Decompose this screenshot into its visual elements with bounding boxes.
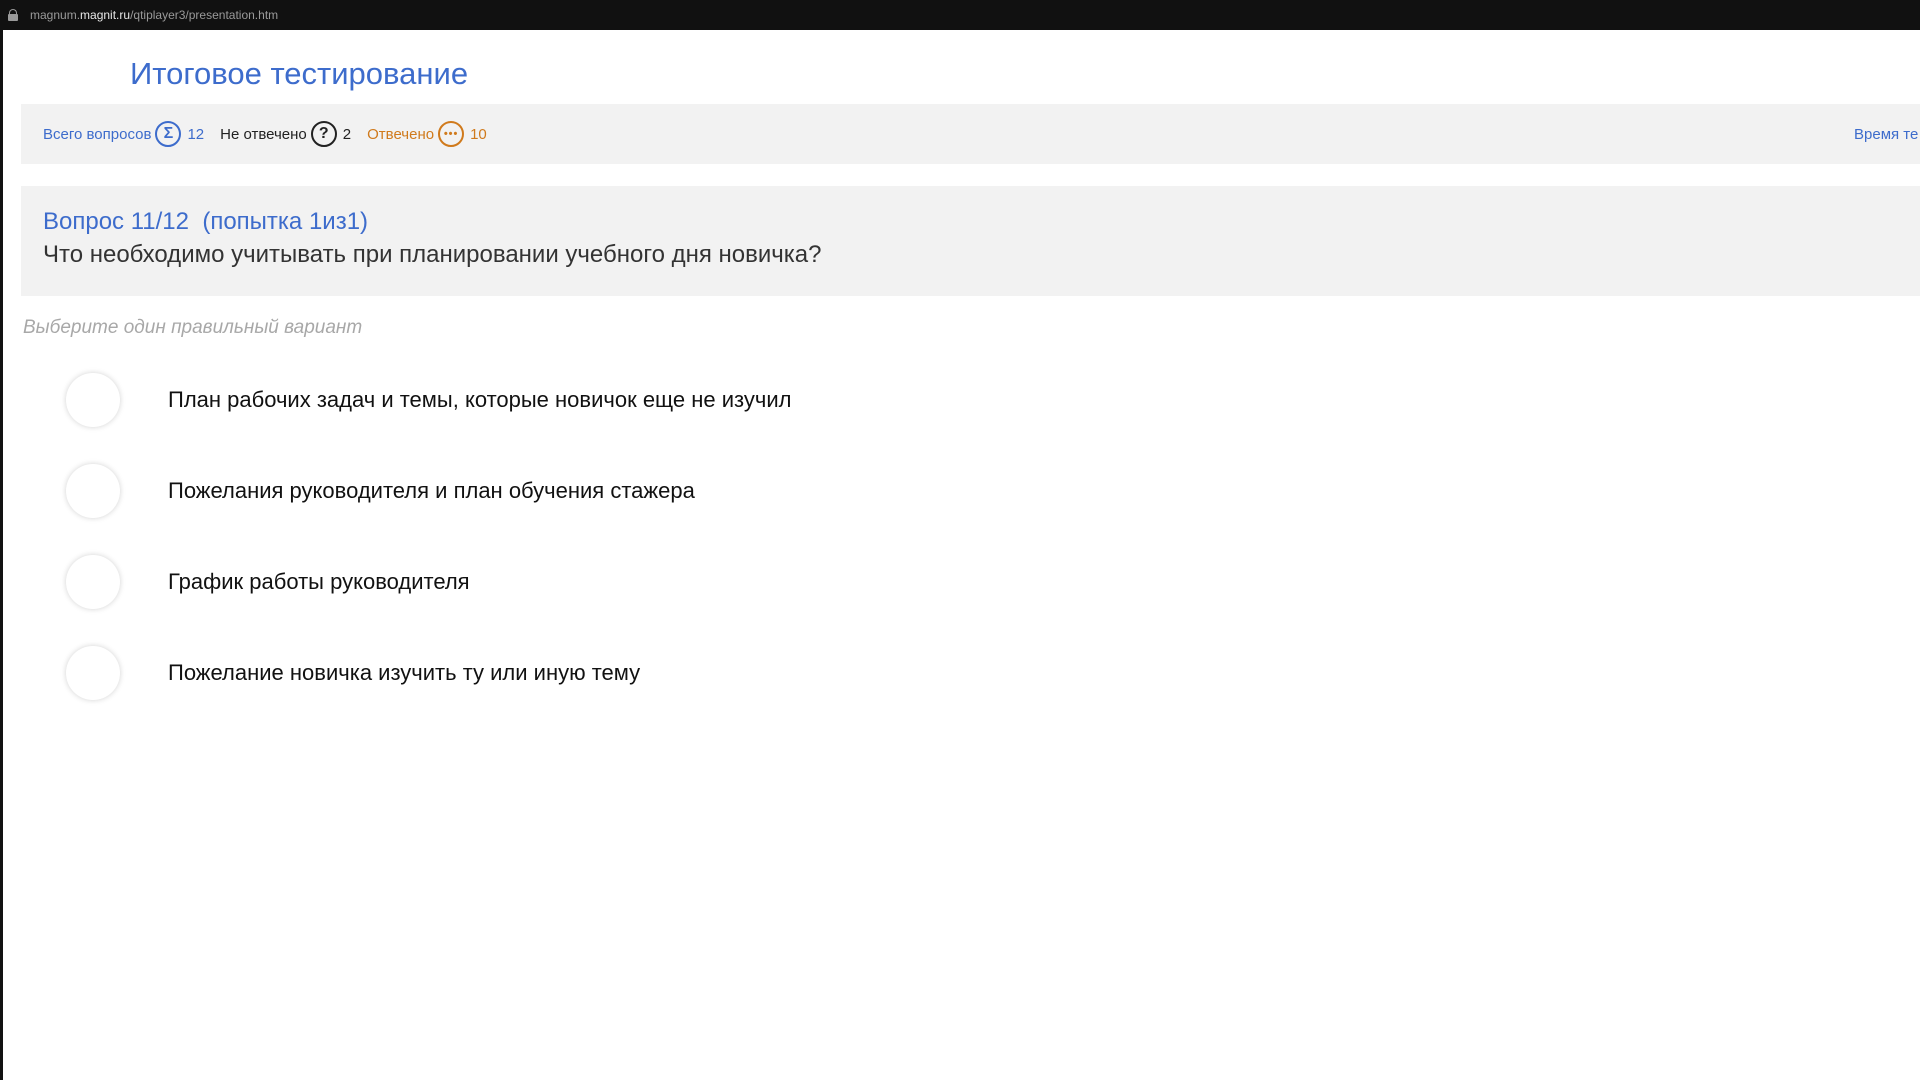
answer-option-label: График работы руководителя: [168, 569, 470, 594]
stat-unanswered-count: 2: [342, 125, 352, 143]
stat-answered-count: 10: [470, 125, 487, 143]
stat-total-count: 12: [187, 125, 205, 143]
answer-option-1[interactable]: План рабочих задач и темы, которые нович…: [66, 370, 791, 430]
timer-label: Время те: [1854, 125, 1919, 143]
radio-button[interactable]: [66, 646, 120, 700]
stat-unanswered[interactable]: Не отвечено ? 2: [220, 121, 351, 147]
stat-unanswered-label: Не отвечено: [220, 125, 307, 143]
dots-icon: •••: [438, 121, 465, 147]
question-icon: ?: [310, 121, 337, 147]
radio-button[interactable]: [66, 555, 120, 609]
sigma-icon: Σ: [155, 121, 182, 147]
question-number: Вопрос 11/12 (попытка 1из1): [43, 208, 369, 235]
radio-button[interactable]: [66, 373, 120, 427]
lock-icon: [8, 9, 18, 21]
question-text: Что необходимо учитывать при планировани…: [43, 241, 822, 268]
stat-total[interactable]: Всего вопросов Σ 12: [43, 121, 204, 147]
page-title: Итоговое тестирование: [130, 56, 469, 91]
answer-instruction: Выберите один правильный вариант: [23, 317, 363, 338]
answer-option-label: Пожелания руководителя и план обучения с…: [168, 478, 695, 503]
url-text[interactable]: magnum.magnit.ru/qtiplayer3/presentation…: [30, 8, 278, 22]
stat-answered[interactable]: Отвечено ••• 10: [367, 121, 487, 147]
url-host: magnit.ru: [80, 8, 131, 22]
stat-answered-label: Отвечено: [367, 125, 435, 143]
answer-option-3[interactable]: График работы руководителя: [66, 552, 470, 612]
stats-bar: Всего вопросов Σ 12 Не отвечено ? 2 Отве…: [21, 104, 1920, 164]
answer-option-label: Пожелание новичка изучить ту или иную те…: [168, 660, 641, 685]
url-prefix: magnum.: [30, 8, 81, 22]
radio-button[interactable]: [66, 464, 120, 518]
browser-url-bar[interactable]: magnum.magnit.ru/qtiplayer3/presentation…: [0, 0, 1920, 30]
answer-option-4[interactable]: Пожелание новичка изучить ту или иную те…: [66, 643, 640, 703]
url-path: /qtiplayer3/presentation.htm: [130, 8, 279, 22]
question-box: Вопрос 11/12 (попытка 1из1) Что необходи…: [21, 186, 1920, 296]
stat-total-label: Всего вопросов: [43, 125, 152, 143]
answer-option-label: План рабочих задач и темы, которые нович…: [168, 387, 792, 412]
answer-option-2[interactable]: Пожелания руководителя и план обучения с…: [66, 461, 695, 521]
